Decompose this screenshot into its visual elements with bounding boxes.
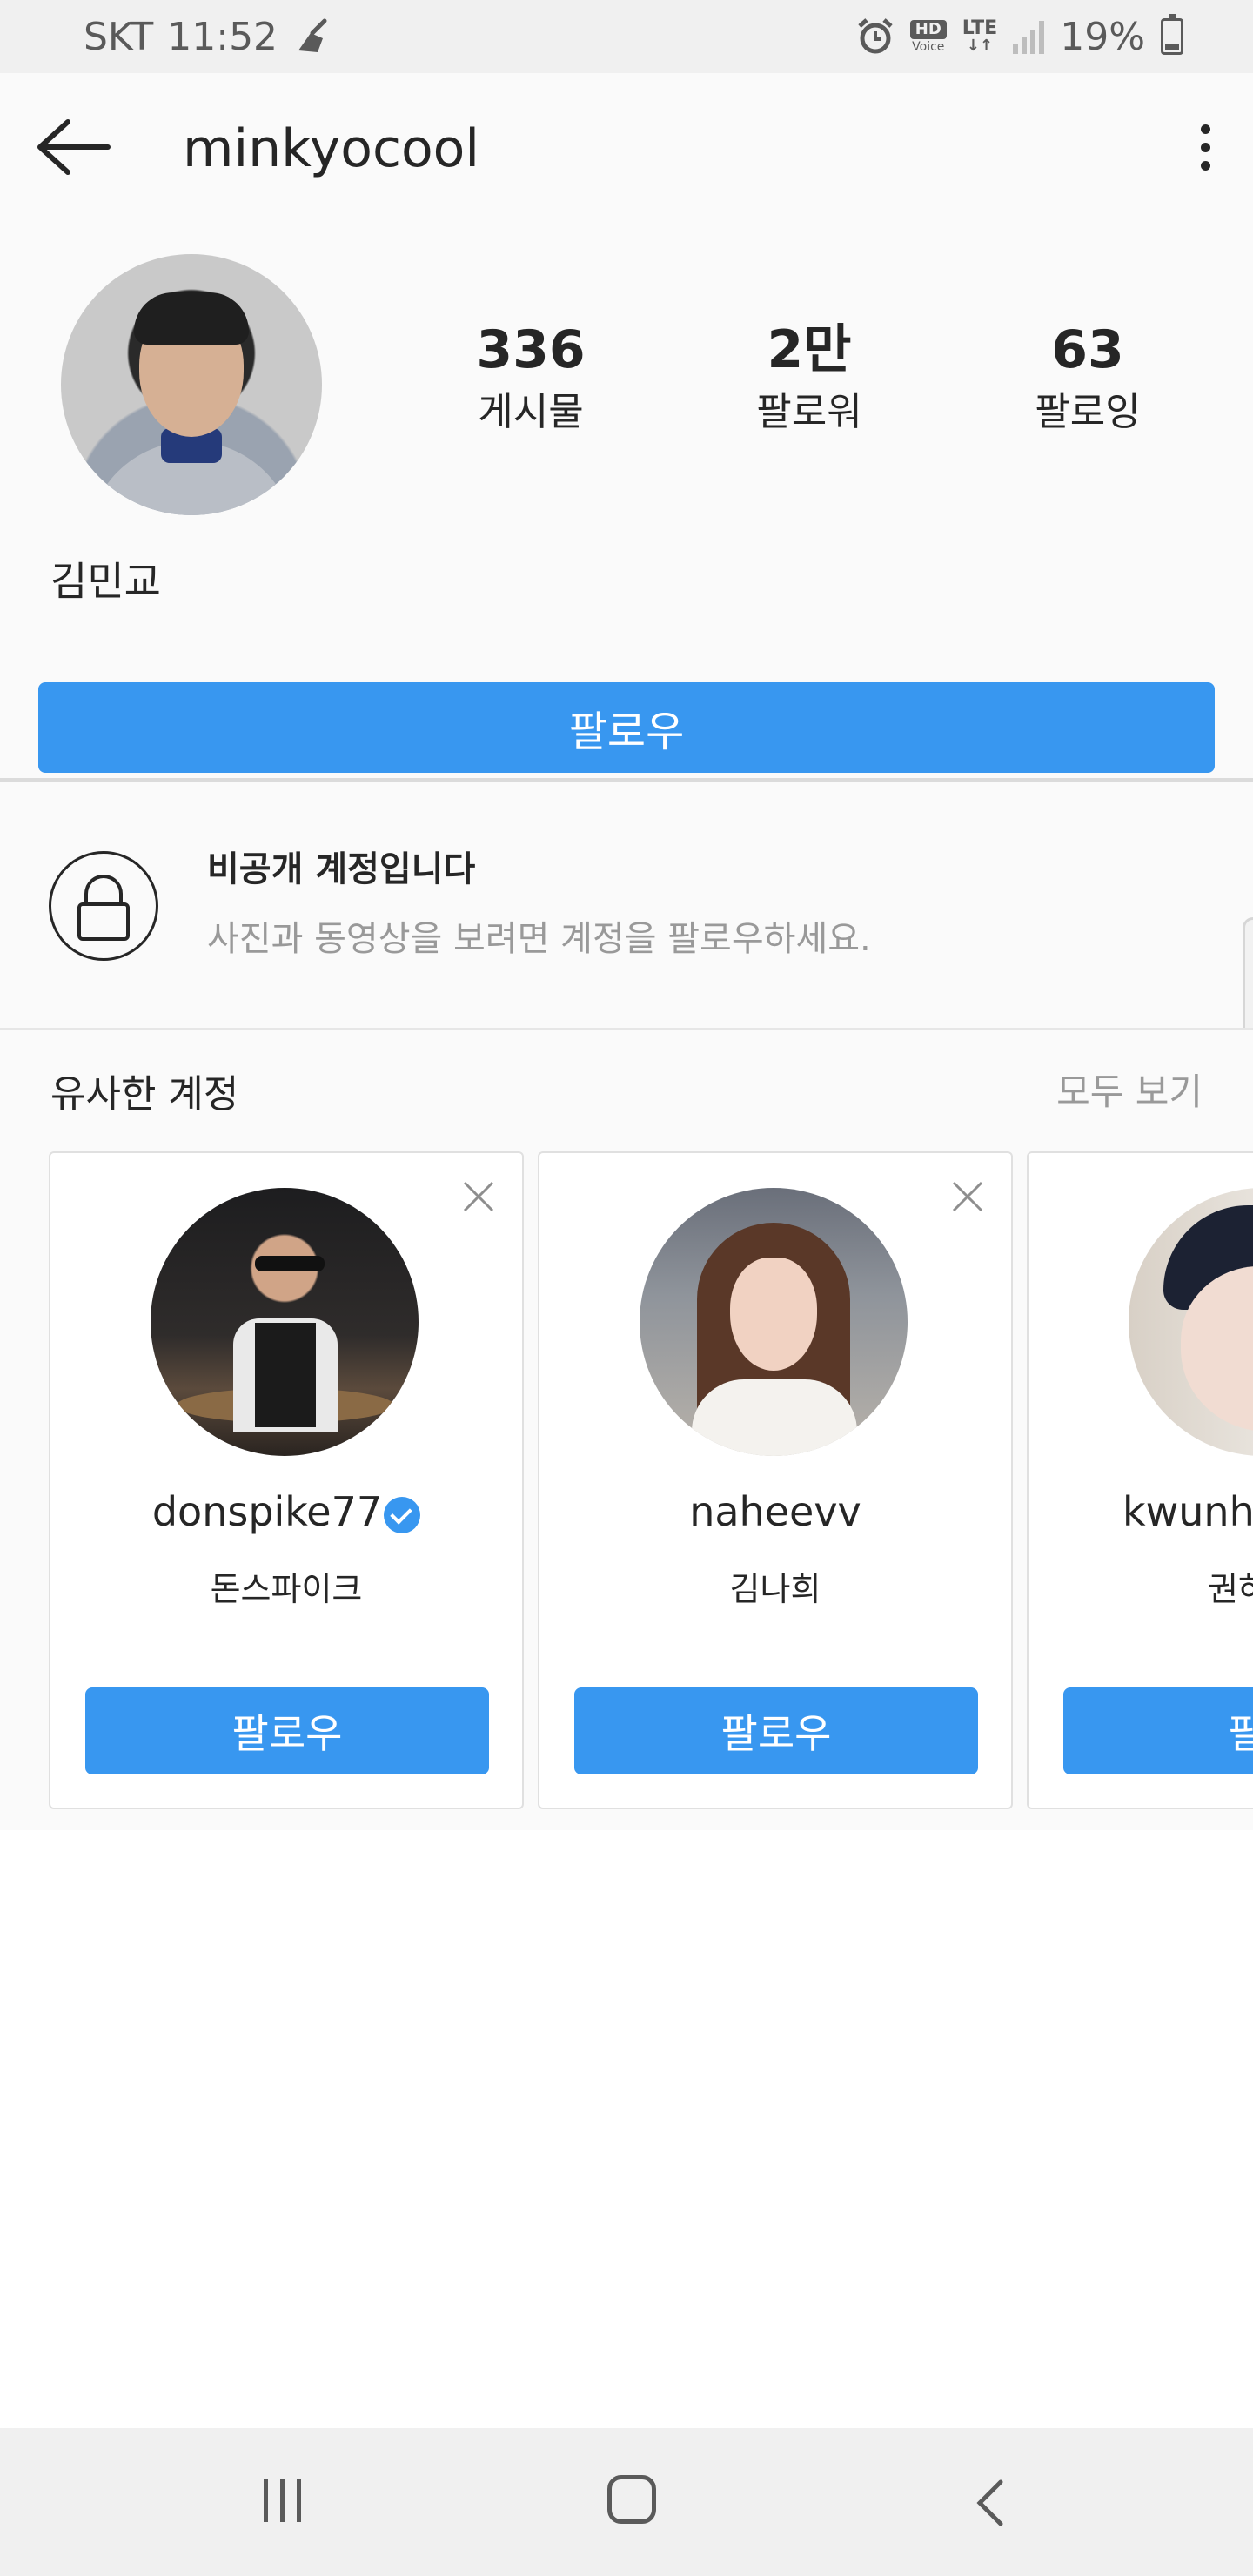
suggestion-avatar[interactable] xyxy=(640,1188,908,1456)
following-stat[interactable]: 63 팔로잉 xyxy=(948,317,1227,439)
suggestion-follow-button[interactable]: 팔로 xyxy=(1063,1687,1253,1774)
private-account-notice: 비공개 계정입니다 사진과 동영상을 보려면 계정을 팔로우하세요. xyxy=(0,782,1253,1526)
followers-label: 팔로워 xyxy=(756,390,862,434)
lte-icon: LTE ↓↑ xyxy=(962,17,998,55)
back-arrow-icon[interactable] xyxy=(35,117,113,178)
suggestion-name: 김나희 xyxy=(729,1570,821,1608)
following-count: 63 xyxy=(1051,319,1124,380)
battery-icon xyxy=(1161,14,1183,55)
follow-button[interactable]: 팔로우 xyxy=(38,682,1215,773)
similar-accounts-title: 유사한 계정 xyxy=(50,1072,239,1117)
followers-count: 2만 xyxy=(767,319,852,380)
signal-icon xyxy=(1013,19,1045,54)
profile-header: 336 게시물 2만 팔로워 63 팔로잉 김민교 팔로우 xyxy=(0,219,1253,781)
home-icon[interactable] xyxy=(607,2475,656,2524)
following-label: 팔로잉 xyxy=(1035,390,1141,434)
nav-back-icon[interactable] xyxy=(966,2477,1015,2529)
more-options-icon[interactable] xyxy=(1175,117,1236,178)
system-nav-bar xyxy=(0,2428,1253,2576)
profile-username: minkyocool xyxy=(183,118,480,179)
alarm-icon xyxy=(858,18,893,54)
posts-stat: 336 게시물 xyxy=(392,317,670,439)
suggestion-avatar[interactable] xyxy=(151,1188,419,1456)
suggestion-follow-button[interactable]: 팔로우 xyxy=(574,1687,978,1774)
suggestion-carousel[interactable]: donspike77 돈스파이크 팔로우 naheevv 김나희 팔로우 kwu… xyxy=(49,1151,1253,1809)
private-subtitle: 사진과 동영상을 보려면 계정을 팔로우하세요. xyxy=(207,919,871,959)
carrier-label: SKT xyxy=(84,14,154,59)
cleaner-icon xyxy=(298,18,327,52)
lock-icon xyxy=(49,851,158,961)
profile-stats: 336 게시물 2만 팔로워 63 팔로잉 xyxy=(392,317,1227,439)
similar-accounts-section: 유사한 계정 모두 보기 donspike77 돈스파이크 팔로우 naheev… xyxy=(0,1030,1253,1830)
battery-percent: 19% xyxy=(1060,14,1145,59)
suggestion-name: 권하 xyxy=(1208,1570,1253,1608)
suggestion-username[interactable]: kwunh xyxy=(1122,1488,1253,1535)
suggestion-name: 돈스파이크 xyxy=(210,1570,363,1608)
clock: 11:52 xyxy=(167,14,278,59)
suggestion-follow-button[interactable]: 팔로우 xyxy=(85,1687,489,1774)
profile-avatar[interactable] xyxy=(61,254,322,515)
posts-label: 게시물 xyxy=(478,390,584,434)
dismiss-icon[interactable] xyxy=(461,1179,496,1214)
recent-apps-icon[interactable] xyxy=(258,2479,306,2527)
suggestion-card[interactable]: donspike77 돈스파이크 팔로우 xyxy=(49,1151,524,1809)
suggestion-avatar[interactable] xyxy=(1129,1188,1253,1456)
status-bar: SKT 11:52 HD Voice LTE ↓↑ 19% xyxy=(0,0,1253,73)
dismiss-icon[interactable] xyxy=(950,1179,985,1214)
app-header: minkyocool xyxy=(0,73,1253,219)
hd-voice-icon: HD Voice xyxy=(909,20,947,53)
see-all-link[interactable]: 모두 보기 xyxy=(1056,1063,1203,1116)
suggestion-card[interactable]: kwunh 권하 팔로 xyxy=(1027,1151,1253,1809)
private-title: 비공개 계정입니다 xyxy=(207,849,476,889)
verified-badge-icon xyxy=(384,1496,421,1533)
suggestion-username[interactable]: donspike77 xyxy=(50,1488,522,1535)
profile-full-name: 김민교 xyxy=(50,558,161,605)
suggestion-card[interactable]: naheevv 김나희 팔로우 xyxy=(538,1151,1013,1809)
followers-stat[interactable]: 2만 팔로워 xyxy=(670,317,948,439)
suggestion-username[interactable]: naheevv xyxy=(539,1488,1011,1535)
posts-count: 336 xyxy=(476,319,586,380)
